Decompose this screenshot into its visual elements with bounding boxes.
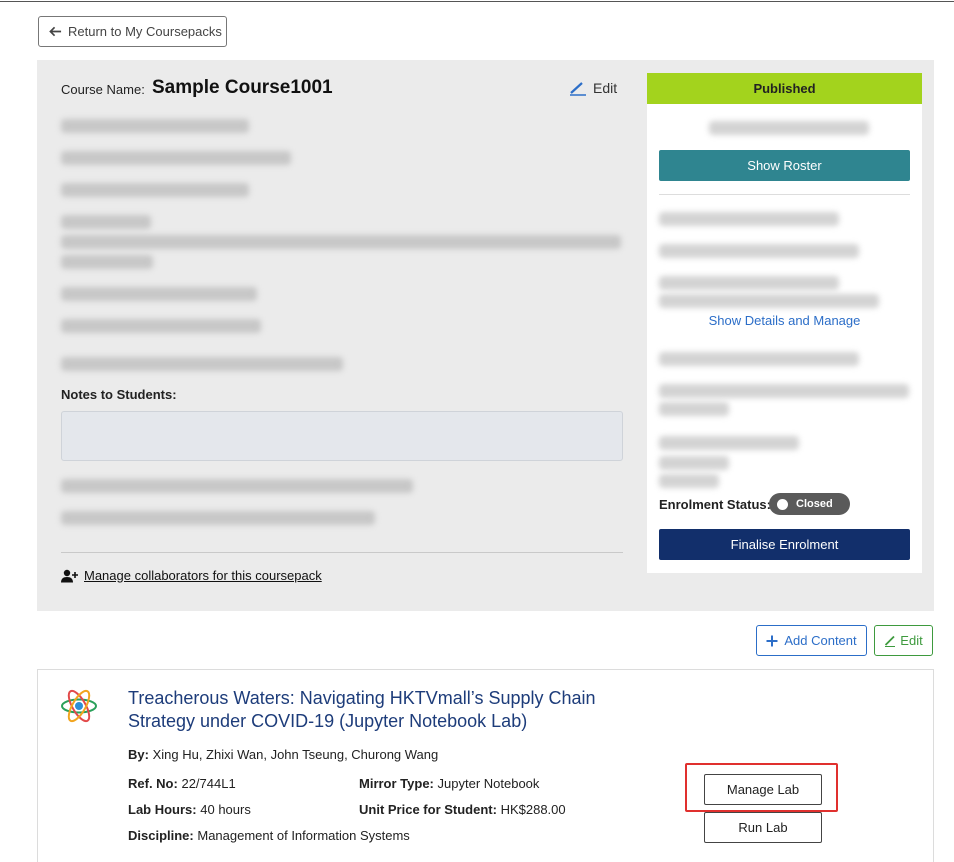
ref-no-value: 22/744L1: [181, 776, 236, 791]
published-status-banner: Published: [647, 73, 922, 104]
redacted-field: [659, 212, 839, 226]
discipline-row: Discipline: Management of Information Sy…: [128, 828, 410, 843]
edit-content-button[interactable]: Edit: [874, 625, 933, 656]
redacted-field: [659, 384, 909, 398]
edit-course-link[interactable]: Edit: [569, 80, 617, 96]
redacted-field: [61, 357, 343, 371]
arrow-left-icon: [49, 26, 62, 37]
redacted-field: [659, 402, 729, 416]
show-roster-button[interactable]: Show Roster: [659, 150, 910, 181]
course-name-label: Course Name:: [61, 82, 145, 97]
ref-no-row: Ref. No: 22/744L1: [128, 776, 236, 791]
lab-hours-row: Lab Hours: 40 hours: [128, 802, 251, 817]
add-content-label: Add Content: [784, 633, 857, 648]
return-label: Return to My Coursepacks: [68, 24, 222, 39]
redacted-field: [61, 479, 413, 493]
lab-title-link[interactable]: Treacherous Waters: Navigating HKTVmall’…: [128, 687, 648, 733]
plus-icon: [766, 635, 778, 646]
notes-to-students-box: [61, 411, 623, 461]
discipline-label: Discipline:: [128, 828, 194, 843]
redacted-field: [61, 235, 621, 249]
notes-to-students-label: Notes to Students:: [61, 387, 177, 402]
enrolment-toggle-label: Closed: [796, 498, 833, 510]
pencil-icon: [885, 635, 896, 647]
redacted-field: [709, 121, 869, 135]
redacted-field: [659, 244, 859, 258]
top-divider: [0, 1, 954, 2]
redacted-field: [659, 294, 879, 308]
manage-collaborators-label: Manage collaborators for this coursepack: [84, 568, 322, 583]
course-name: Sample Course1001: [152, 77, 333, 98]
add-content-button[interactable]: Add Content: [756, 625, 867, 656]
redacted-field: [61, 511, 375, 525]
edit-label: Edit: [593, 80, 618, 96]
lab-content-card: Treacherous Waters: Navigating HKTVmall’…: [37, 669, 934, 862]
enrolment-status-toggle[interactable]: Closed: [769, 493, 850, 515]
authors-value: Xing Hu, Zhixi Wan, John Tseung, Churong…: [152, 747, 439, 762]
ref-no-label: Ref. No:: [128, 776, 178, 791]
unit-price-label: Unit Price for Student:: [359, 802, 497, 817]
side-divider: [659, 194, 910, 195]
redacted-field: [61, 151, 291, 165]
redacted-field: [659, 276, 839, 290]
redacted-field: [61, 287, 257, 301]
manage-collaborators-link[interactable]: Manage collaborators for this coursepack: [61, 568, 322, 583]
redacted-field: [61, 215, 151, 229]
redacted-field: [61, 319, 261, 333]
toggle-knob: [777, 498, 788, 510]
atom-icon: [61, 689, 97, 723]
panel-divider: [61, 552, 623, 553]
return-to-coursepacks-button[interactable]: Return to My Coursepacks: [38, 16, 227, 47]
redacted-field: [61, 255, 153, 269]
mirror-type-label: Mirror Type:: [359, 776, 434, 791]
mirror-type-value: Jupyter Notebook: [437, 776, 540, 791]
redacted-field: [61, 183, 249, 197]
lab-hours-label: Lab Hours:: [128, 802, 197, 817]
show-details-and-manage-link[interactable]: Show Details and Manage: [647, 313, 922, 328]
add-user-icon: [61, 569, 78, 582]
unit-price-value: HK$288.00: [500, 802, 566, 817]
lab-hours-value: 40 hours: [200, 802, 251, 817]
redacted-field: [659, 456, 729, 470]
pencil-icon: [570, 82, 586, 96]
manage-lab-button[interactable]: Manage Lab: [704, 774, 822, 805]
redacted-field: [659, 436, 799, 450]
redacted-field: [659, 474, 719, 488]
unit-price-row: Unit Price for Student: HK$288.00: [359, 802, 566, 817]
redacted-field: [61, 119, 249, 133]
edit-content-label: Edit: [900, 633, 923, 648]
discipline-value: Management of Information Systems: [197, 828, 410, 843]
enrolment-status-label: Enrolment Status:: [659, 497, 771, 512]
finalise-enrolment-button[interactable]: Finalise Enrolment: [659, 529, 910, 560]
redacted-field: [659, 352, 859, 366]
mirror-type-row: Mirror Type: Jupyter Notebook: [359, 776, 539, 791]
authors-label: By:: [128, 747, 149, 762]
authors-row: By: Xing Hu, Zhixi Wan, John Tseung, Chu…: [128, 747, 438, 762]
run-lab-button[interactable]: Run Lab: [704, 812, 822, 843]
enrolment-side-card: Published Show Roster Show Details and M…: [647, 73, 922, 573]
